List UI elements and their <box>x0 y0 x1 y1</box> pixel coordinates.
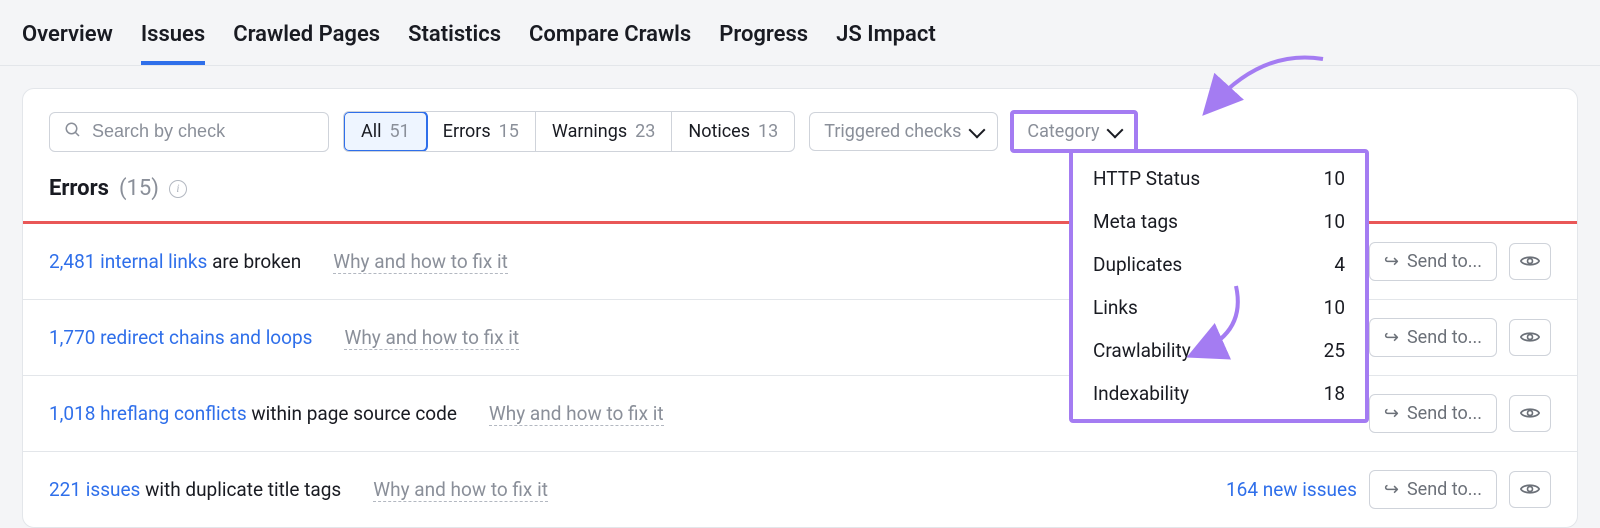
hide-button[interactable] <box>1509 395 1551 432</box>
how-to-fix-link[interactable]: Why and how to fix it <box>344 326 519 350</box>
how-to-fix-link[interactable]: Why and how to fix it <box>489 402 664 426</box>
send-to-button[interactable]: ↪Send to... <box>1369 242 1497 281</box>
eye-icon <box>1520 250 1540 273</box>
tab-progress[interactable]: Progress <box>719 22 808 65</box>
tab-issues[interactable]: Issues <box>141 22 205 65</box>
errors-count: (15) <box>119 176 159 201</box>
chevron-down-icon <box>969 121 986 138</box>
send-to-button[interactable]: ↪Send to... <box>1369 470 1497 509</box>
errors-title: Errors <box>49 176 109 201</box>
category-item-meta-tags[interactable]: Meta tags10 <box>1073 200 1365 243</box>
share-icon: ↪ <box>1384 327 1399 348</box>
tab-overview[interactable]: Overview <box>22 22 113 65</box>
category-item-indexability[interactable]: Indexability18 <box>1073 372 1365 415</box>
hide-button[interactable] <box>1509 243 1551 280</box>
filter-all[interactable]: All51 <box>343 111 428 152</box>
search-input[interactable] <box>92 121 314 142</box>
filter-warnings[interactable]: Warnings23 <box>536 112 672 151</box>
search-input-wrapper[interactable] <box>49 112 329 152</box>
info-icon[interactable]: i <box>169 180 187 198</box>
tab-compare-crawls[interactable]: Compare Crawls <box>529 22 691 65</box>
new-issues-link[interactable]: 164 new issues <box>1226 478 1357 501</box>
share-icon: ↪ <box>1384 479 1399 500</box>
issue-link[interactable]: 221 issues with duplicate title tags <box>49 478 341 501</box>
tab-statistics[interactable]: Statistics <box>408 22 501 65</box>
eye-icon <box>1520 478 1540 501</box>
send-to-button[interactable]: ↪Send to... <box>1369 394 1497 433</box>
send-to-button[interactable]: ↪Send to... <box>1369 318 1497 357</box>
category-item-crawlability[interactable]: Crawlability25 <box>1073 329 1365 372</box>
chevron-down-icon <box>1107 121 1124 138</box>
issue-row: 221 issues with duplicate title tags Why… <box>23 452 1577 527</box>
share-icon: ↪ <box>1384 403 1399 424</box>
category-menu: HTTP Status10 Meta tags10 Duplicates4 Li… <box>1069 149 1369 423</box>
category-dropdown[interactable]: Category <box>1012 112 1136 151</box>
eye-icon <box>1520 326 1540 349</box>
tab-js-impact[interactable]: JS Impact <box>836 22 936 65</box>
share-icon: ↪ <box>1384 251 1399 272</box>
hide-button[interactable] <box>1509 471 1551 508</box>
how-to-fix-link[interactable]: Why and how to fix it <box>373 478 548 502</box>
how-to-fix-link[interactable]: Why and how to fix it <box>333 250 508 274</box>
issues-panel: All51 Errors15 Warnings23 Notices13 Trig… <box>22 88 1578 528</box>
hide-button[interactable] <box>1509 319 1551 356</box>
filter-notices[interactable]: Notices13 <box>672 112 794 151</box>
issue-link[interactable]: 1,770 redirect chains and loops <box>49 326 312 349</box>
issue-link[interactable]: 1,018 hreflang conflicts within page sou… <box>49 402 457 425</box>
category-item-links[interactable]: Links10 <box>1073 286 1365 329</box>
eye-icon <box>1520 402 1540 425</box>
category-item-duplicates[interactable]: Duplicates4 <box>1073 243 1365 286</box>
triggered-checks-dropdown[interactable]: Triggered checks <box>809 112 998 151</box>
category-item-http-status[interactable]: HTTP Status10 <box>1073 157 1365 200</box>
issue-type-filter: All51 Errors15 Warnings23 Notices13 <box>343 111 795 152</box>
tab-crawled-pages[interactable]: Crawled Pages <box>233 22 380 65</box>
main-tabs: Overview Issues Crawled Pages Statistics… <box>0 0 1600 66</box>
issue-link[interactable]: 2,481 internal links are broken <box>49 250 301 273</box>
filter-errors[interactable]: Errors15 <box>427 112 536 151</box>
search-icon <box>64 121 82 143</box>
